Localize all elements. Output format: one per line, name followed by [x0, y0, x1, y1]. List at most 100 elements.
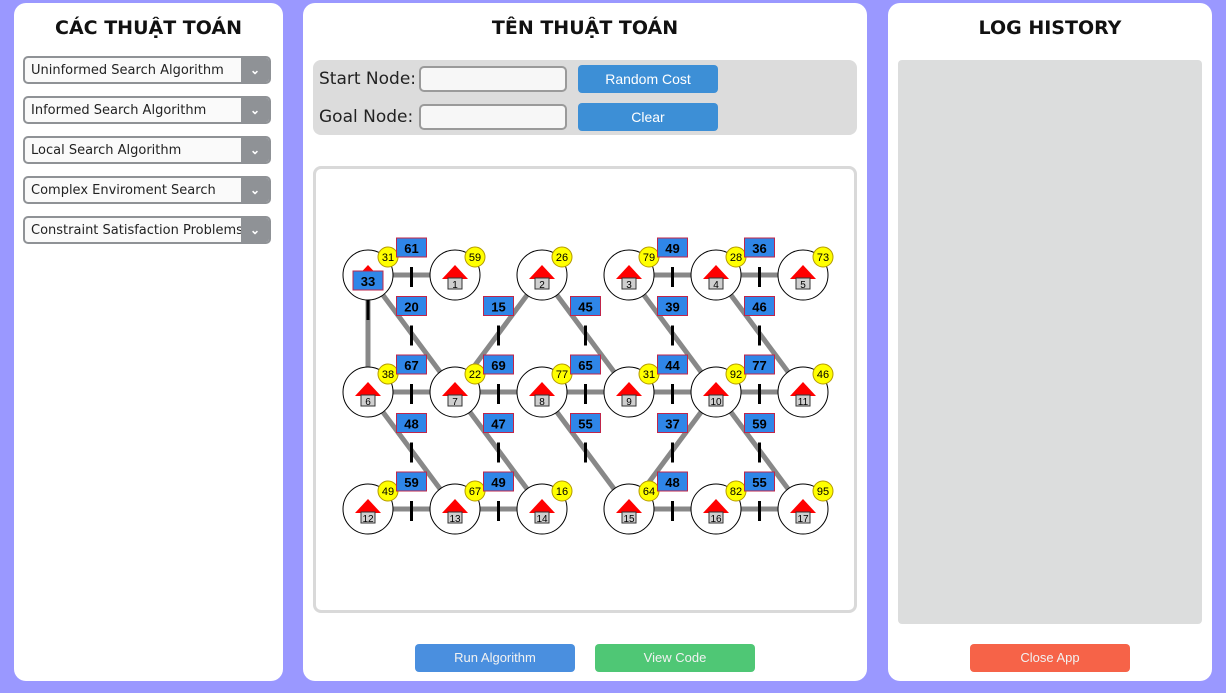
- edge-cost-label: 69: [483, 354, 514, 404]
- heuristic-text: 92: [730, 369, 742, 381]
- edge-cost-text: 55: [752, 475, 766, 490]
- node-id-text: 6: [365, 397, 371, 408]
- algorithms-title: CÁC THUẬT TOÁN: [55, 17, 242, 39]
- node-id-text: 1: [452, 280, 458, 291]
- graph-node[interactable]: 2 26: [516, 246, 573, 301]
- node-id-text: 2: [539, 280, 545, 291]
- heuristic-text: 16: [556, 486, 568, 498]
- edge-cost-label: 65: [570, 354, 601, 404]
- edge-cost-text: 44: [665, 358, 680, 373]
- heuristic-text: 22: [469, 369, 481, 381]
- edge-cost-text: 47: [491, 417, 505, 432]
- chevron-down-icon[interactable]: ⌄: [241, 58, 269, 82]
- edge-cost-text: 46: [752, 300, 766, 315]
- heuristic-text: 77: [556, 369, 568, 381]
- edge-cost-text: 45: [578, 300, 592, 315]
- edge-cost-text: 49: [491, 475, 505, 490]
- start-node-input[interactable]: [419, 66, 567, 92]
- graph-node[interactable]: 6 38: [342, 363, 399, 418]
- node-id-text: 15: [623, 514, 635, 525]
- algorithm-panel: TÊN THUẬT TOÁN Start Node: Random Cost G…: [303, 3, 867, 681]
- informed-search-dropdown[interactable]: Informed Search Algorithm ⌄: [23, 96, 271, 124]
- edge-cost-label: 49: [657, 237, 688, 287]
- edge-cost-text: 37: [665, 417, 679, 432]
- edge-cost-label: 48: [657, 471, 688, 521]
- graph-canvas[interactable]: 0311592263794285736387228779311092114612…: [313, 166, 857, 613]
- edge-cost-text: 48: [404, 417, 418, 432]
- node-id-text: 10: [710, 397, 722, 408]
- log-panel: LOG HISTORY Close App: [888, 3, 1212, 681]
- heuristic-text: 95: [817, 486, 829, 498]
- graph-node[interactable]: 4 28: [690, 246, 747, 301]
- close-app-button[interactable]: Close App: [970, 644, 1130, 672]
- node-id-text: 17: [797, 514, 809, 525]
- view-code-button[interactable]: View Code: [595, 644, 755, 672]
- edge-cost-label: 59: [396, 471, 427, 521]
- edge-cost-text: 59: [404, 475, 418, 490]
- goal-node-label: Goal Node:: [319, 107, 414, 127]
- node-id-text: 3: [626, 280, 632, 291]
- dropdown-label: Local Search Algorithm: [31, 143, 182, 158]
- heuristic-text: 67: [469, 486, 481, 498]
- log-history-area[interactable]: [898, 60, 1202, 624]
- edge-cost-text: 67: [404, 358, 418, 373]
- node-id-text: 12: [362, 514, 374, 525]
- edge-cost-label: 77: [744, 354, 775, 404]
- graph-node[interactable]: 5 73: [777, 246, 834, 301]
- algorithm-title: TÊN THUẬT TOÁN: [491, 17, 679, 39]
- edge-cost-text: 33: [361, 274, 375, 289]
- edge-cost-label: 36: [744, 237, 775, 287]
- graph-node[interactable]: 1 59: [429, 246, 486, 301]
- edge-cost-label: 67: [396, 354, 427, 404]
- goal-node-input[interactable]: [419, 104, 567, 130]
- node-id-text: 8: [539, 397, 545, 408]
- local-search-dropdown[interactable]: Local Search Algorithm ⌄: [23, 136, 271, 164]
- node-id-text: 14: [536, 514, 548, 525]
- dropdown-label: Informed Search Algorithm: [31, 103, 207, 118]
- edge-cost-label: 49: [483, 471, 514, 521]
- edge-cost-text: 20: [404, 300, 418, 315]
- node-id-text: 5: [800, 280, 806, 291]
- node-id-text: 7: [452, 397, 458, 408]
- dropdown-label: Constraint Satisfaction Problems: [31, 223, 243, 238]
- random-cost-button[interactable]: Random Cost: [578, 65, 718, 93]
- heuristic-text: 31: [382, 252, 394, 264]
- heuristic-text: 79: [643, 252, 655, 264]
- heuristic-text: 28: [730, 252, 742, 264]
- heuristic-text: 38: [382, 369, 394, 381]
- chevron-down-icon[interactable]: ⌄: [241, 98, 269, 122]
- chevron-down-icon[interactable]: ⌄: [241, 178, 269, 202]
- heuristic-text: 46: [817, 369, 829, 381]
- edge-cost-text: 61: [404, 241, 418, 256]
- edge-cost-text: 49: [665, 241, 679, 256]
- edge-cost-text: 48: [665, 475, 679, 490]
- heuristic-text: 26: [556, 252, 568, 264]
- graph-node[interactable]: 3 79: [603, 246, 660, 301]
- clear-button[interactable]: Clear: [578, 103, 718, 131]
- edge-cost-label: 44: [657, 354, 688, 404]
- graph-node[interactable]: 1682: [690, 480, 747, 535]
- chevron-down-icon[interactable]: ⌄: [241, 138, 269, 162]
- edge-cost-text: 39: [665, 300, 679, 315]
- heuristic-text: 73: [817, 252, 829, 264]
- chevron-down-icon[interactable]: ⌄: [241, 218, 269, 242]
- edge-cost-text: 77: [752, 358, 766, 373]
- edge-cost-text: 55: [578, 417, 592, 432]
- edge-cost-text: 15: [491, 300, 505, 315]
- constraint-satisfaction-dropdown[interactable]: Constraint Satisfaction Problems ⌄: [23, 216, 271, 244]
- edge-cost-label: 61: [396, 237, 427, 287]
- node-id-text: 9: [626, 397, 632, 408]
- complex-environment-search-dropdown[interactable]: Complex Enviroment Search ⌄: [23, 176, 271, 204]
- node-id-text: 11: [798, 397, 809, 408]
- dropdown-label: Complex Enviroment Search: [31, 183, 216, 198]
- edge-cost-text: 59: [752, 417, 766, 432]
- uninformed-search-dropdown[interactable]: Uninformed Search Algorithm ⌄: [23, 56, 271, 84]
- graph-node[interactable]: 12 49: [342, 480, 399, 535]
- start-node-label: Start Node:: [319, 69, 417, 89]
- log-history-title: LOG HISTORY: [978, 17, 1122, 39]
- graph-node[interactable]: 8 77: [516, 363, 573, 418]
- run-algorithm-button[interactable]: Run Algorithm: [415, 644, 575, 672]
- node-id-text: 13: [449, 514, 461, 525]
- edge-cost-text: 36: [752, 241, 766, 256]
- dropdown-label: Uninformed Search Algorithm: [31, 63, 224, 78]
